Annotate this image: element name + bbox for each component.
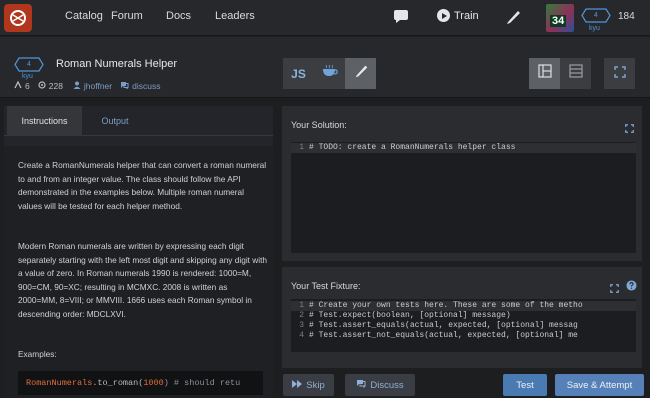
avatar-number: 34 xyxy=(550,15,567,27)
tab-output[interactable]: Output xyxy=(82,106,148,136)
language-tab-js[interactable]: JS xyxy=(283,58,314,89)
code-class: RomanNumerals xyxy=(26,378,93,388)
editor-icon[interactable] xyxy=(504,8,522,31)
stacked-layout-button[interactable] xyxy=(560,58,591,89)
instructions-panel: Instructions Output Create a RomanNumera… xyxy=(4,106,273,398)
avatar[interactable]: 34 xyxy=(546,4,574,32)
line-text: # Create your own tests here. These are … xyxy=(309,301,583,310)
completed-icon xyxy=(38,81,46,91)
line-text: # Test.assert_equals(actual, expected, [… xyxy=(309,321,578,330)
skip-label: Skip xyxy=(306,379,325,391)
solution-title: Your Solution: xyxy=(291,120,347,130)
completed-count: 228 xyxy=(48,81,63,91)
language-js-label: JS xyxy=(291,66,306,81)
fixture-line: 2 # Test.expect(boolean, [optional] messa… xyxy=(291,311,511,321)
save-attempt-button[interactable]: Save & Attempt xyxy=(555,374,644,396)
train-button[interactable]: Train xyxy=(437,9,479,22)
layout-selector xyxy=(529,58,591,89)
test-button[interactable]: Test xyxy=(503,374,547,396)
nav-link-leaders[interactable]: Leaders xyxy=(215,10,255,22)
fixture-line: 3 # Test.assert_equals(actual, expected, … xyxy=(291,321,578,331)
kata-rank-number: 4 xyxy=(27,61,31,68)
kata-rank-badge: 4 xyxy=(14,57,44,72)
split-layout-icon xyxy=(537,64,552,83)
kata-header: 4 kyu Roman Numerals Helper 6 228 jhoffn… xyxy=(0,37,650,98)
skip-button[interactable]: Skip xyxy=(283,374,334,396)
fixture-title: Your Test Fixture: xyxy=(291,281,361,291)
rank-number: 4 xyxy=(594,12,598,19)
expand-icon[interactable] xyxy=(625,120,634,138)
coffee-icon xyxy=(321,64,339,83)
train-label: Train xyxy=(454,9,479,22)
editor-icon xyxy=(353,63,369,84)
solution-editor[interactable]: 1 # TODO: create a RomanNumerals helper c… xyxy=(291,142,636,253)
line-number: 1 xyxy=(299,301,304,310)
code-arg: 1000 xyxy=(143,378,164,388)
votes-count: 6 xyxy=(25,81,30,91)
line-number: 2 xyxy=(299,311,304,320)
author-icon xyxy=(73,81,81,91)
code-rest: ) # should retu xyxy=(163,378,241,388)
honor-count: 184 xyxy=(618,11,635,22)
kata-rank-unit: kyu xyxy=(22,73,33,80)
discuss-icon xyxy=(356,379,366,391)
kata-title: Roman Numerals Helper xyxy=(56,58,178,70)
nav-link-docs[interactable]: Docs xyxy=(166,10,191,22)
nav-link-forum[interactable]: Forum xyxy=(111,10,143,22)
instructions-tabs: Instructions Output xyxy=(4,106,273,136)
top-nav: Catalog Forum Docs Leaders Train 34 4 ky… xyxy=(0,0,650,36)
discuss-link[interactable]: discuss xyxy=(132,81,160,91)
fullscreen-button[interactable] xyxy=(604,58,635,89)
play-icon xyxy=(437,9,450,22)
author-link[interactable]: jhoffner xyxy=(84,81,112,91)
fixture-editor[interactable]: 1 # Create your own tests here. These are… xyxy=(291,299,636,352)
example-code: RomanNumerals.to_roman(1000) # should re… xyxy=(18,371,263,395)
rank-unit: kyu xyxy=(589,25,600,32)
discuss-button[interactable]: Discuss xyxy=(345,374,415,396)
discuss-icon xyxy=(120,81,129,91)
nav-link-catalog[interactable]: Catalog xyxy=(65,10,103,22)
description-paragraph-2: Modern Roman numerals are written by exp… xyxy=(18,241,268,319)
fixture-line: 4 # Test.assert_not_equals(actual, expect… xyxy=(291,331,578,341)
kata-meta: 6 228 jhoffner discuss xyxy=(14,80,168,91)
code-method: .to_roman( xyxy=(92,378,144,388)
language-tab-coffee[interactable] xyxy=(314,58,345,89)
rank-badge: 4 xyxy=(581,8,611,23)
skip-icon xyxy=(292,379,303,391)
expand-icon xyxy=(613,65,626,83)
language-tab-editor[interactable] xyxy=(345,58,376,89)
description-paragraph-1: Create a RomanNumerals helper that can c… xyxy=(18,160,267,211)
line-text: # TODO: create a RomanNumerals helper cl… xyxy=(309,143,516,152)
chat-icon[interactable] xyxy=(392,8,410,31)
instructions-content: Create a RomanNumerals helper that can c… xyxy=(4,146,273,398)
solution-panel: Your Solution: 1 # TODO: create a RomanNu… xyxy=(282,106,642,261)
codewars-logo-icon[interactable] xyxy=(4,4,32,32)
votes-icon xyxy=(14,80,22,91)
expand-icon[interactable] xyxy=(610,280,619,298)
examples-label: Examples: xyxy=(18,349,57,359)
language-selector: JS xyxy=(283,58,376,89)
line-number: 3 xyxy=(299,321,304,330)
line-number: 4 xyxy=(299,331,304,340)
split-layout-button[interactable] xyxy=(529,58,560,89)
tab-instructions[interactable]: Instructions xyxy=(7,106,82,136)
line-text: # Test.expect(boolean, [optional] messag… xyxy=(309,311,511,320)
stacked-layout-icon xyxy=(568,64,583,83)
discuss-label: Discuss xyxy=(370,379,404,391)
test-fixture-panel: Your Test Fixture: 1 # Create your own te… xyxy=(282,267,642,368)
line-number: 1 xyxy=(299,143,304,152)
fixture-line: 1 # Create your own tests here. These are… xyxy=(291,301,636,311)
help-icon[interactable] xyxy=(626,278,637,296)
solution-line: 1 # TODO: create a RomanNumerals helper c… xyxy=(291,143,636,153)
line-text: # Test.assert_not_equals(actual, expecte… xyxy=(309,331,578,340)
